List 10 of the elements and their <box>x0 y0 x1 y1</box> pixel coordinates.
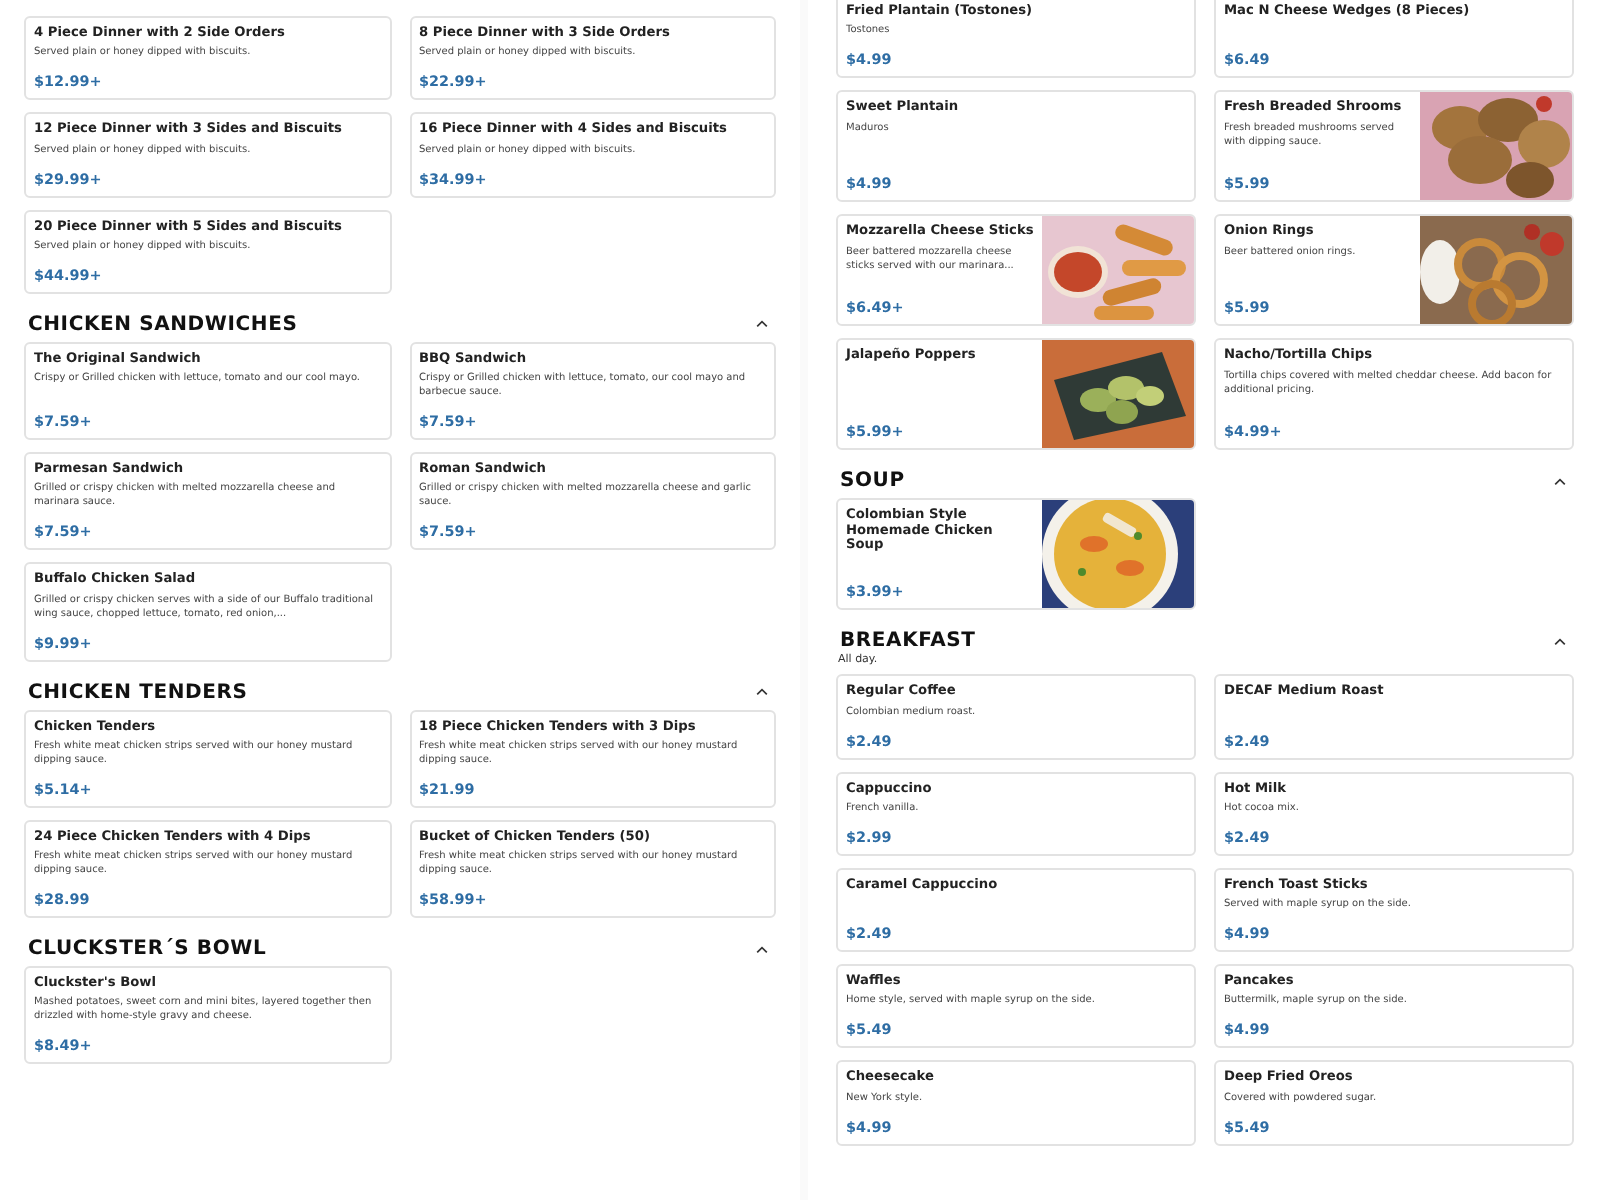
chevron-up-icon[interactable] <box>1554 477 1566 486</box>
chevron-up-icon[interactable] <box>756 320 768 329</box>
chevron-up-icon[interactable] <box>756 688 768 696</box>
section-title: CHICKEN SANDWICHES <box>28 313 298 336</box>
chevron-up-icon[interactable] <box>756 945 768 953</box>
chevron-up-icon[interactable] <box>1554 637 1566 646</box>
section-title: SOUP <box>840 470 905 493</box>
section-title: CLUCKSTER´S BOWL <box>28 938 267 960</box>
section-title: CHICKEN TENDERS <box>28 681 248 703</box>
section-title: BREAKFAST <box>840 630 976 653</box>
